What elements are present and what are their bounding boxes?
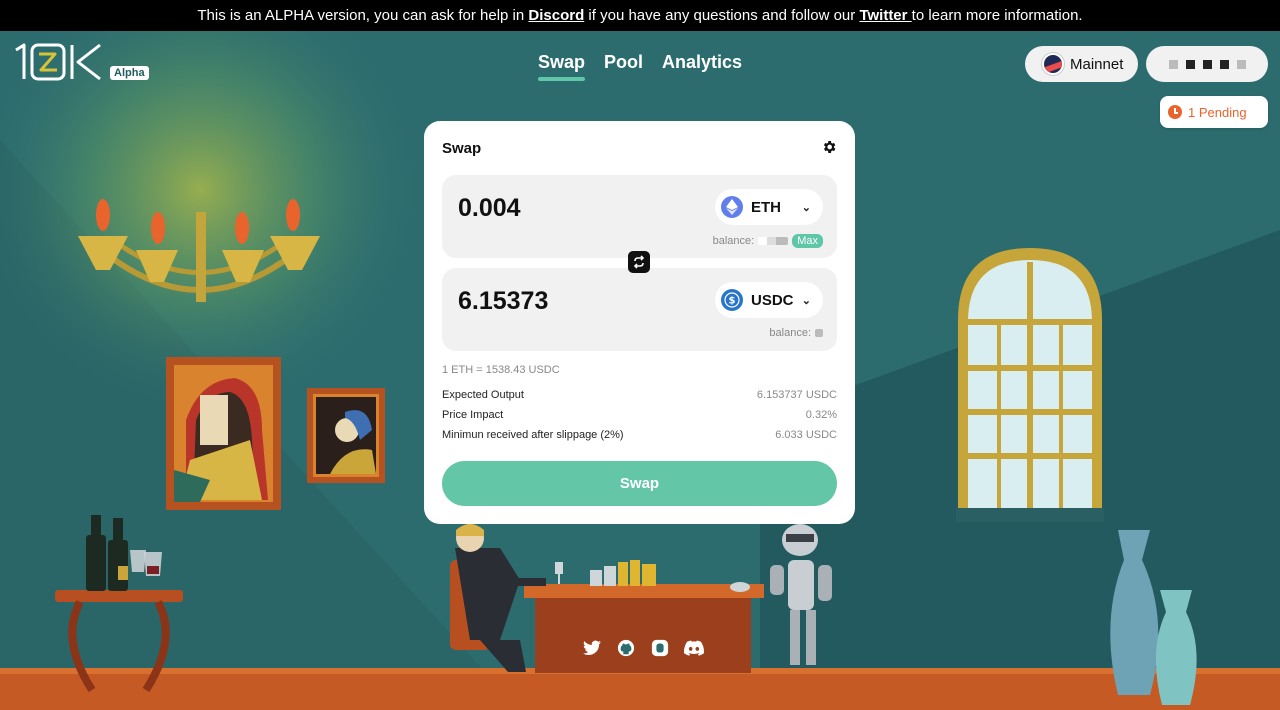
detail-label: Expected Output bbox=[442, 389, 524, 401]
twitter-icon[interactable] bbox=[582, 638, 602, 658]
github-icon[interactable] bbox=[616, 638, 636, 658]
swap-button[interactable]: Swap bbox=[442, 461, 837, 506]
wallet-address-redacted bbox=[1168, 59, 1178, 69]
alpha-banner: This is an ALPHA version, you can ask fo… bbox=[0, 0, 1280, 31]
to-balance-value-redacted bbox=[815, 329, 823, 337]
pending-label: 1 Pending bbox=[1188, 104, 1247, 120]
flip-direction-button[interactable] bbox=[628, 251, 650, 273]
tab-pool[interactable]: Pool bbox=[604, 52, 643, 79]
logo-10k-icon bbox=[15, 43, 101, 81]
detail-row: Minimun received after slippage (2%) 6.0… bbox=[442, 429, 837, 441]
medium-icon[interactable] bbox=[650, 638, 670, 658]
detail-value: 6.033 USDC bbox=[775, 429, 837, 441]
detail-value: 6.153737 USDC bbox=[756, 389, 837, 401]
from-balance-value-redacted bbox=[758, 237, 789, 245]
chevron-down-icon: ⌄ bbox=[801, 294, 811, 307]
from-token-box: ETH ⌄ balance: Max bbox=[442, 175, 837, 258]
from-balance-label: balance: bbox=[712, 235, 755, 247]
arched-window-illustration bbox=[956, 248, 1104, 522]
settings-gear-icon[interactable] bbox=[821, 139, 837, 155]
swap-card: Swap ETH ⌄ balance: Max $ bbox=[424, 121, 855, 524]
main-nav: Swap Pool Analytics bbox=[538, 52, 742, 81]
from-token-symbol: ETH bbox=[751, 198, 781, 216]
detail-value: 0.32% bbox=[805, 409, 837, 421]
social-links bbox=[582, 638, 704, 658]
to-balance-label: balance: bbox=[769, 327, 811, 339]
network-label: Mainnet bbox=[1070, 55, 1124, 73]
wallet-address-button[interactable] bbox=[1146, 46, 1268, 82]
exchange-rate: 1 ETH = 1538.43 USDC bbox=[442, 364, 560, 376]
banner-text-after: to learn more information. bbox=[911, 7, 1083, 24]
network-icon bbox=[1042, 53, 1064, 75]
detail-row: Price Impact 0.32% bbox=[442, 409, 837, 421]
discord-link[interactable]: Discord bbox=[528, 7, 584, 24]
from-balance: balance: Max bbox=[713, 234, 823, 248]
detail-label: Minimun received after slippage (2%) bbox=[442, 429, 624, 441]
to-balance: balance: bbox=[769, 327, 823, 339]
swap-arrows-icon bbox=[633, 255, 645, 269]
eth-token-icon bbox=[721, 196, 743, 218]
to-amount-input[interactable] bbox=[458, 284, 688, 318]
pending-transactions-button[interactable]: 1 Pending bbox=[1160, 96, 1268, 128]
detail-row: Expected Output 6.153737 USDC bbox=[442, 389, 837, 401]
chevron-down-icon: ⌄ bbox=[801, 201, 811, 214]
svg-text:$: $ bbox=[729, 296, 736, 307]
network-selector-button[interactable]: Mainnet bbox=[1025, 46, 1138, 82]
clock-icon bbox=[1168, 105, 1182, 119]
twitter-link[interactable]: Twitter bbox=[859, 7, 911, 24]
alpha-badge: Alpha bbox=[110, 66, 149, 80]
from-token-selector[interactable]: ETH ⌄ bbox=[715, 189, 823, 225]
from-amount-input[interactable] bbox=[458, 191, 688, 225]
banner-text-middle: if you have any questions and follow our bbox=[584, 7, 860, 24]
painting-portrait-illustration bbox=[166, 357, 281, 510]
usdc-token-icon: $ bbox=[721, 289, 743, 311]
logo[interactable]: Alpha bbox=[10, 42, 149, 82]
painting-pearl-illustration bbox=[307, 388, 385, 483]
tab-swap[interactable]: Swap bbox=[538, 52, 586, 81]
banner-text-before: This is an ALPHA version, you can ask fo… bbox=[197, 7, 529, 24]
max-button[interactable]: Max bbox=[792, 234, 823, 248]
swap-card-title: Swap bbox=[442, 140, 482, 157]
to-token-selector[interactable]: $ USDC ⌄ bbox=[715, 282, 823, 318]
to-token-box: $ USDC ⌄ balance: bbox=[442, 268, 837, 351]
detail-label: Price Impact bbox=[442, 409, 504, 421]
to-token-symbol: USDC bbox=[751, 291, 794, 309]
discord-icon[interactable] bbox=[684, 638, 704, 658]
tab-analytics[interactable]: Analytics bbox=[662, 52, 742, 79]
